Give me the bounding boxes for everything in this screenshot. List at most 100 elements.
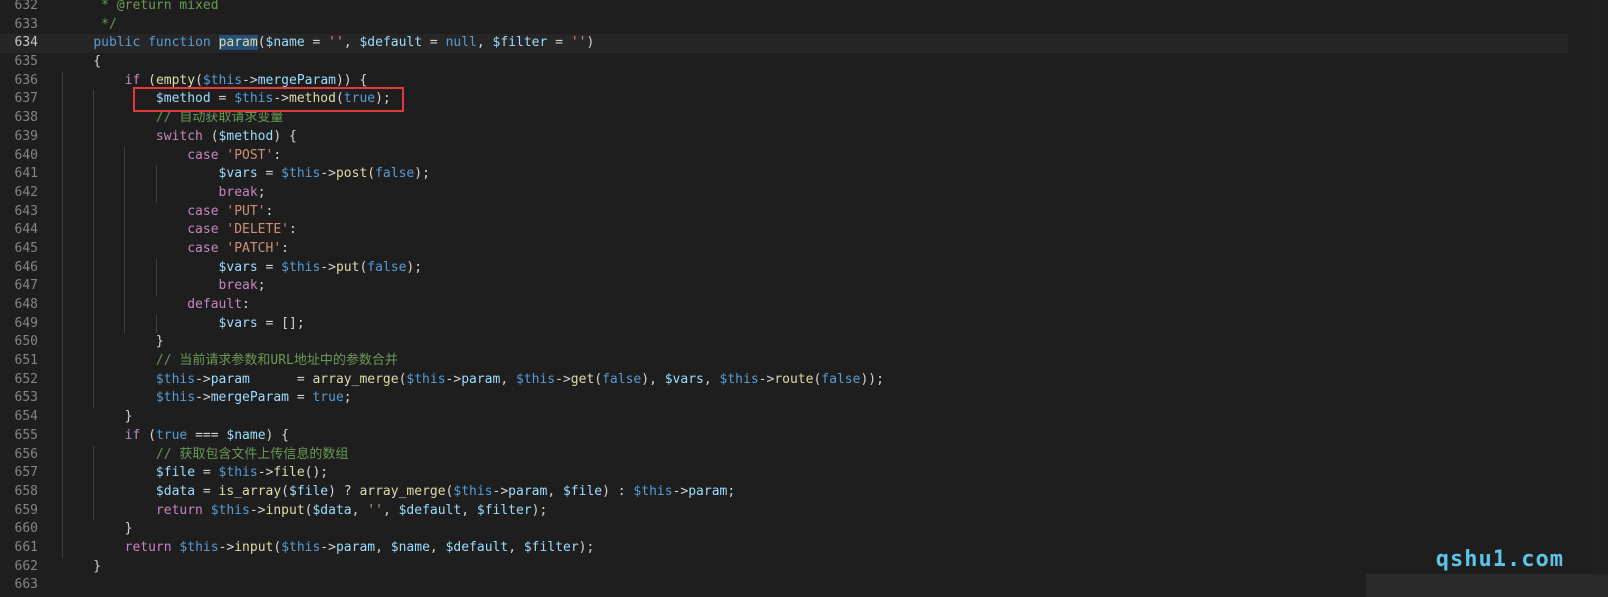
line-number: 657 (14, 465, 38, 481)
code-line[interactable]: 642 break; (0, 183, 1608, 203)
code-text: $this->mergeParam = true; (62, 389, 352, 408)
code-token: $this (210, 502, 250, 518)
code-line[interactable]: 648 default: (0, 296, 1608, 315)
code-line[interactable]: 652 $this->param = array_merge($this->pa… (0, 370, 1608, 390)
code-line[interactable]: 650 } (0, 333, 1608, 353)
code-token: '' (328, 35, 344, 51)
line-number: 656 (14, 446, 38, 462)
line-number: 632 (14, 0, 38, 13)
code-token: true (312, 390, 344, 406)
code-token: = []; (257, 315, 305, 331)
code-line[interactable]: 649 $vars = []; (0, 314, 1608, 334)
code-token: $data (312, 502, 352, 518)
code-line[interactable]: 639 switch ($method) { (0, 127, 1608, 147)
code-token: break (218, 278, 258, 294)
line-number: 650 (14, 334, 38, 350)
code-token: : (265, 203, 274, 219)
code-line[interactable]: 634 public function param($name = '', $d… (0, 34, 1608, 54)
code-line[interactable]: 653 $this->mergeParam = true; (0, 389, 1608, 409)
code-token: 'PATCH' (226, 240, 282, 256)
code-token: , (375, 539, 391, 555)
code-line[interactable]: 640 case 'POST': (0, 146, 1608, 166)
code-token: , (508, 539, 524, 555)
line-number: 645 (14, 240, 38, 256)
code-line[interactable]: 641 $vars = $this->post(false); (0, 165, 1608, 184)
code-token: array_merge (312, 371, 399, 387)
code-token: post (335, 166, 368, 182)
code-token: * (62, 0, 117, 13)
code-token: -> (758, 371, 775, 387)
code-token: '' (570, 35, 587, 51)
code-token: route (774, 371, 814, 387)
code-line[interactable]: 661 return $this->input($this->param, $n… (0, 538, 1608, 558)
code-token: $filter (492, 35, 548, 51)
code-token: // 当前请求参数和URL地址中的参数合并 (155, 353, 398, 369)
line-number: 653 (14, 390, 38, 406)
code-token: input (234, 539, 274, 555)
line-number: 642 (14, 184, 38, 200)
code-line[interactable]: 660 } (0, 520, 1608, 539)
code-text: case 'POST': (62, 147, 281, 166)
code-line[interactable]: 655 if (true === $name) { (0, 426, 1608, 446)
code-line[interactable]: 654 } (0, 408, 1608, 427)
code-token: $default (398, 502, 462, 518)
code-token: ); (414, 166, 430, 182)
code-token: -> (195, 371, 211, 387)
code-token: ( (202, 128, 219, 144)
code-line[interactable]: 647 break; (0, 277, 1608, 296)
code-token: 'POST' (226, 147, 274, 163)
code-token: = (257, 166, 282, 182)
line-number: 652 (14, 371, 38, 387)
code-token: // 获取包含文件上传信息的数组 (155, 446, 349, 462)
code-token: false (375, 166, 415, 182)
code-token: if (124, 427, 141, 443)
code-token: ; (343, 390, 352, 406)
code-line[interactable]: 635 { (0, 53, 1608, 72)
line-number: 651 (14, 353, 38, 369)
code-line[interactable]: 659 return $this->input($data, '', $defa… (0, 501, 1608, 521)
line-number: 649 (14, 315, 38, 331)
code-token: , (476, 35, 493, 51)
code-token: input (265, 502, 305, 518)
code-token: ); (531, 502, 548, 518)
code-line[interactable]: 633 */ (0, 16, 1608, 35)
code-token: -> (672, 483, 689, 499)
code-token: ( (195, 72, 203, 88)
code-line[interactable]: 632 * @return mixed (0, 0, 1608, 16)
code-text: default: (62, 296, 250, 315)
horizontal-scrollbar-thumb[interactable] (1366, 574, 1608, 597)
code-line[interactable]: 656 // 获取包含文件上传信息的数组 (0, 445, 1608, 465)
watermark-text: qshu1.com (1435, 547, 1564, 572)
code-token: $this (281, 166, 321, 182)
code-token: : (289, 222, 297, 238)
code-token: ( (281, 483, 289, 499)
code-token: $name (265, 35, 305, 51)
code-line[interactable]: 658 $data = is_array($file) ? array_merg… (0, 482, 1608, 502)
code-token: (); (304, 465, 329, 481)
code-token: ) (586, 35, 595, 51)
line-number: 646 (14, 259, 38, 275)
code-line[interactable]: 643 case 'PUT': (0, 202, 1608, 222)
code-token: mixed (171, 0, 219, 13)
code-line[interactable]: 646 $vars = $this->put(false); (0, 258, 1608, 278)
code-token: -> (249, 502, 266, 518)
code-token: $this (406, 371, 446, 387)
code-token: mergeParam (210, 390, 289, 406)
code-token: , (703, 371, 720, 387)
code-token: ) { (265, 427, 290, 443)
line-number: 643 (14, 203, 38, 219)
code-token: case (187, 147, 219, 163)
line-number: 660 (14, 521, 38, 537)
code-token: $vars (218, 315, 258, 331)
code-line[interactable]: 651 // 当前请求参数和URL地址中的参数合并 (0, 352, 1608, 371)
code-line[interactable]: 644 case 'DELETE': (0, 221, 1608, 240)
code-line[interactable]: 657 $file = $this->file(); (0, 464, 1608, 483)
code-line[interactable]: 645 case 'PATCH': (0, 239, 1608, 259)
code-token: case (187, 240, 219, 256)
